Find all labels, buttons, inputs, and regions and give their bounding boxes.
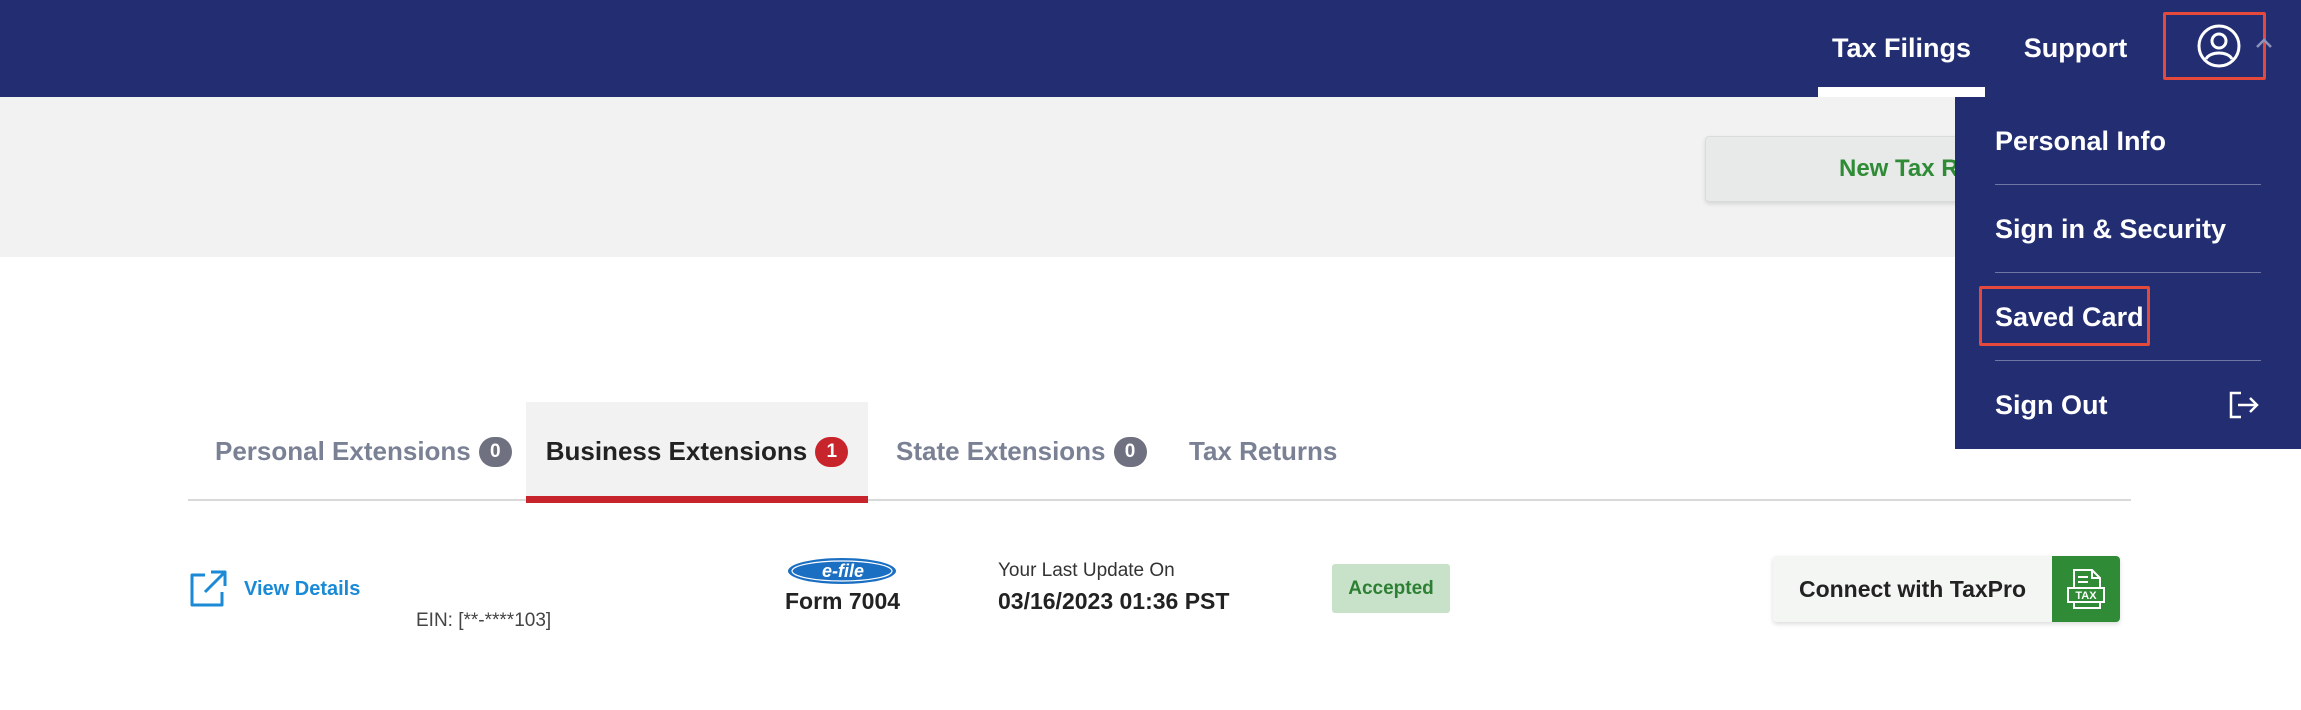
tab-personal-extensions[interactable]: Personal Extensions 0 (215, 402, 512, 501)
svg-text:TAX: TAX (2075, 590, 2097, 602)
nav-support[interactable]: Support (2003, 0, 2148, 97)
connect-taxpro-label: Connect with TaxPro (1773, 556, 2052, 622)
extension-tabs: Personal Extensions 0 Business Extension… (188, 402, 2131, 503)
count-badge: 1 (815, 436, 849, 467)
tab-label: State Extensions (896, 436, 1106, 466)
status-badge: Accepted (1332, 564, 1450, 613)
count-badge: 0 (1113, 436, 1147, 467)
last-update-label: Your Last Update On (998, 560, 1175, 581)
sign-out-icon (2229, 391, 2259, 419)
menu-item-sign-in-security[interactable]: Sign in & Security (1995, 185, 2261, 273)
tab-label: Business Extensions (545, 436, 808, 466)
ein-text: EIN: [**-****103] (416, 610, 552, 631)
user-circle-icon (2197, 24, 2241, 68)
tab-state-extensions[interactable]: State Extensions 0 (896, 402, 1147, 501)
form-name: Form 7004 (785, 588, 901, 614)
tax-document-icon: TAX (2052, 556, 2120, 622)
top-navbar: Tax Filings Support (0, 0, 2301, 97)
last-update-value: 03/16/2023 01:36 PST (998, 588, 1230, 614)
view-details-link[interactable]: View Details (244, 578, 360, 601)
tab-tax-returns[interactable]: Tax Returns (1189, 402, 1337, 501)
external-link-icon[interactable] (187, 568, 229, 610)
user-dropdown-menu: Personal Info Sign in & Security Saved C… (1955, 97, 2301, 449)
nav-tax-filings[interactable]: Tax Filings (1818, 0, 1985, 97)
tab-business-extensions[interactable]: Business Extensions 1 (526, 402, 868, 503)
menu-item-personal-info[interactable]: Personal Info (1995, 97, 2261, 185)
svg-text:e‑file: e‑file (822, 561, 864, 581)
efile-logo: e‑file (787, 557, 898, 585)
chevron-up-icon[interactable] (2249, 28, 2279, 58)
count-badge: 0 (478, 436, 512, 467)
connect-taxpro-button[interactable]: Connect with TaxPro TAX (1773, 556, 2120, 622)
tab-label: Personal Extensions (215, 436, 471, 466)
tab-label: Tax Returns (1189, 436, 1338, 466)
menu-item-saved-card[interactable]: Saved Card (1995, 273, 2261, 361)
